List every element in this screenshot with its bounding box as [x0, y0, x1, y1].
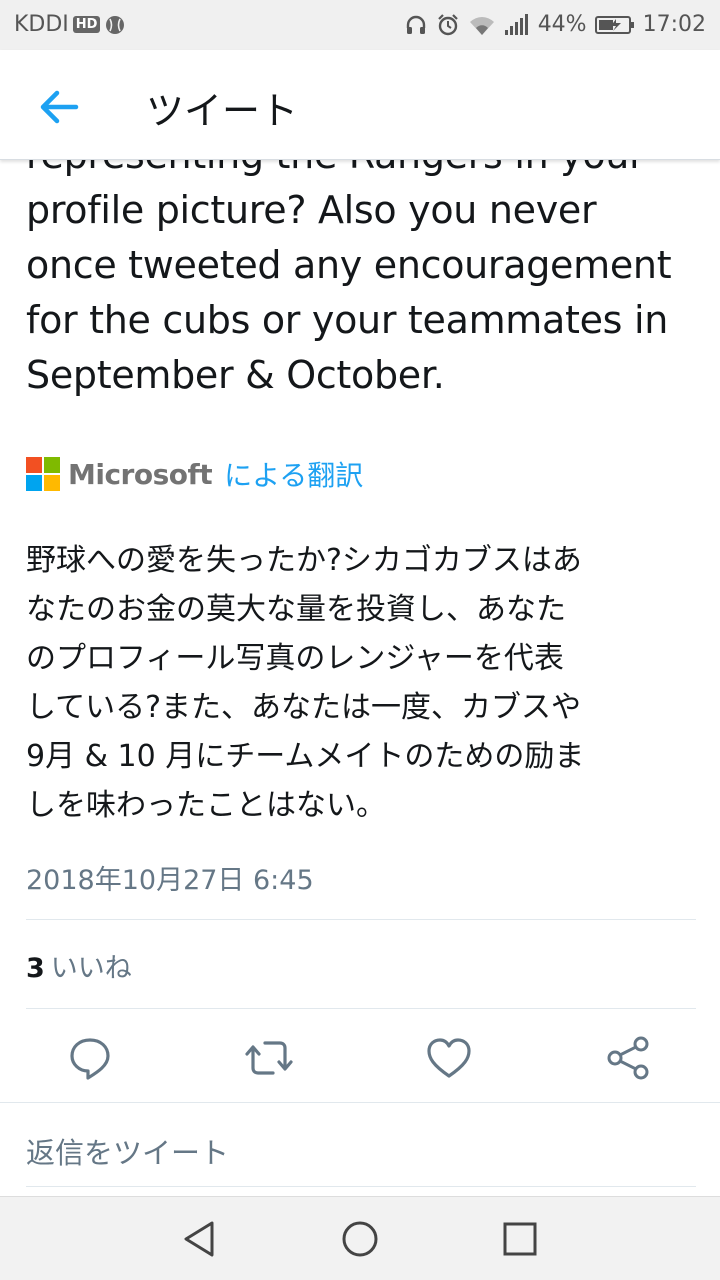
signal-icon	[504, 13, 530, 36]
likes-row[interactable]: 3 いいね	[26, 946, 132, 985]
alarm-icon	[436, 13, 460, 37]
tweet-timestamp: 2018年10月27日 6:45	[26, 865, 314, 896]
wifi-icon	[468, 13, 496, 37]
reply-button[interactable]	[62, 1030, 118, 1086]
nav-back-button[interactable]	[180, 1219, 220, 1259]
tweet-original-text: representing the Rangers in your profile…	[26, 128, 696, 403]
reply-tweet-input[interactable]: 返信をツイート	[26, 1130, 229, 1172]
translation-provider: Microsoft	[68, 457, 213, 491]
tweet-line: once tweeted any encouragement	[26, 243, 672, 287]
system-nav-bar	[0, 1196, 720, 1280]
translation-attribution: Microsoft による翻訳	[26, 454, 363, 494]
carrier-label: KDDI	[14, 12, 69, 37]
share-icon	[607, 1036, 649, 1080]
hd-badge: HD	[72, 16, 101, 33]
clock-time: 17:02	[642, 12, 706, 37]
nav-recents-button[interactable]	[500, 1219, 540, 1259]
translated-line: しを味わったことはない。	[26, 788, 386, 823]
translated-by-link[interactable]: による翻訳	[224, 454, 363, 494]
back-triangle-icon	[184, 1221, 214, 1257]
translated-line: なたのお金の莫大な量を投資し、あなた	[26, 592, 566, 627]
status-bar: KDDI HD 44% 17:02	[0, 0, 720, 50]
headphones-icon	[404, 13, 428, 37]
tweet-actions	[0, 1030, 720, 1086]
like-heart-icon	[427, 1038, 471, 1078]
divider	[26, 919, 696, 920]
likes-label: いいね	[50, 953, 132, 984]
back-button[interactable]	[36, 84, 82, 130]
share-button[interactable]	[601, 1030, 657, 1086]
translated-line: のプロフィール写真のレンジャーを代表	[26, 641, 564, 676]
recents-square-icon	[503, 1222, 537, 1256]
reply-icon	[70, 1038, 110, 1080]
translated-line: している?また、あなたは一度、カブスや	[26, 690, 582, 725]
retweet-icon	[245, 1041, 293, 1075]
baseball-icon	[104, 14, 126, 36]
likes-count: 3	[26, 953, 45, 984]
microsoft-logo-icon	[26, 457, 60, 491]
divider	[26, 1008, 696, 1009]
like-button[interactable]	[421, 1030, 477, 1086]
arrow-left-icon	[40, 90, 79, 124]
home-circle-icon	[342, 1221, 378, 1257]
tweet-line: profile picture? Also you never	[26, 188, 597, 232]
translated-line: 野球への愛を失ったか?シカゴカブスはあ	[26, 543, 582, 578]
tweet-translated-text: 野球への愛を失ったか?シカゴカブスはあ なたのお金の莫大な量を投資し、あなた の…	[26, 536, 696, 830]
battery-percent: 44%	[537, 12, 587, 37]
nav-home-button[interactable]	[340, 1219, 380, 1259]
retweet-button[interactable]	[241, 1030, 297, 1086]
divider	[0, 1102, 720, 1103]
battery-charging-icon	[594, 14, 635, 36]
tweet-line: September & October.	[26, 353, 445, 397]
translated-line: 9月 & 10 月にチームメイトのための励ま	[26, 739, 585, 774]
app-header: ツイート	[0, 50, 720, 160]
tweet-line: for the cubs or your teammates in	[26, 298, 669, 342]
divider	[26, 1186, 696, 1187]
page-title: ツイート	[146, 89, 299, 133]
